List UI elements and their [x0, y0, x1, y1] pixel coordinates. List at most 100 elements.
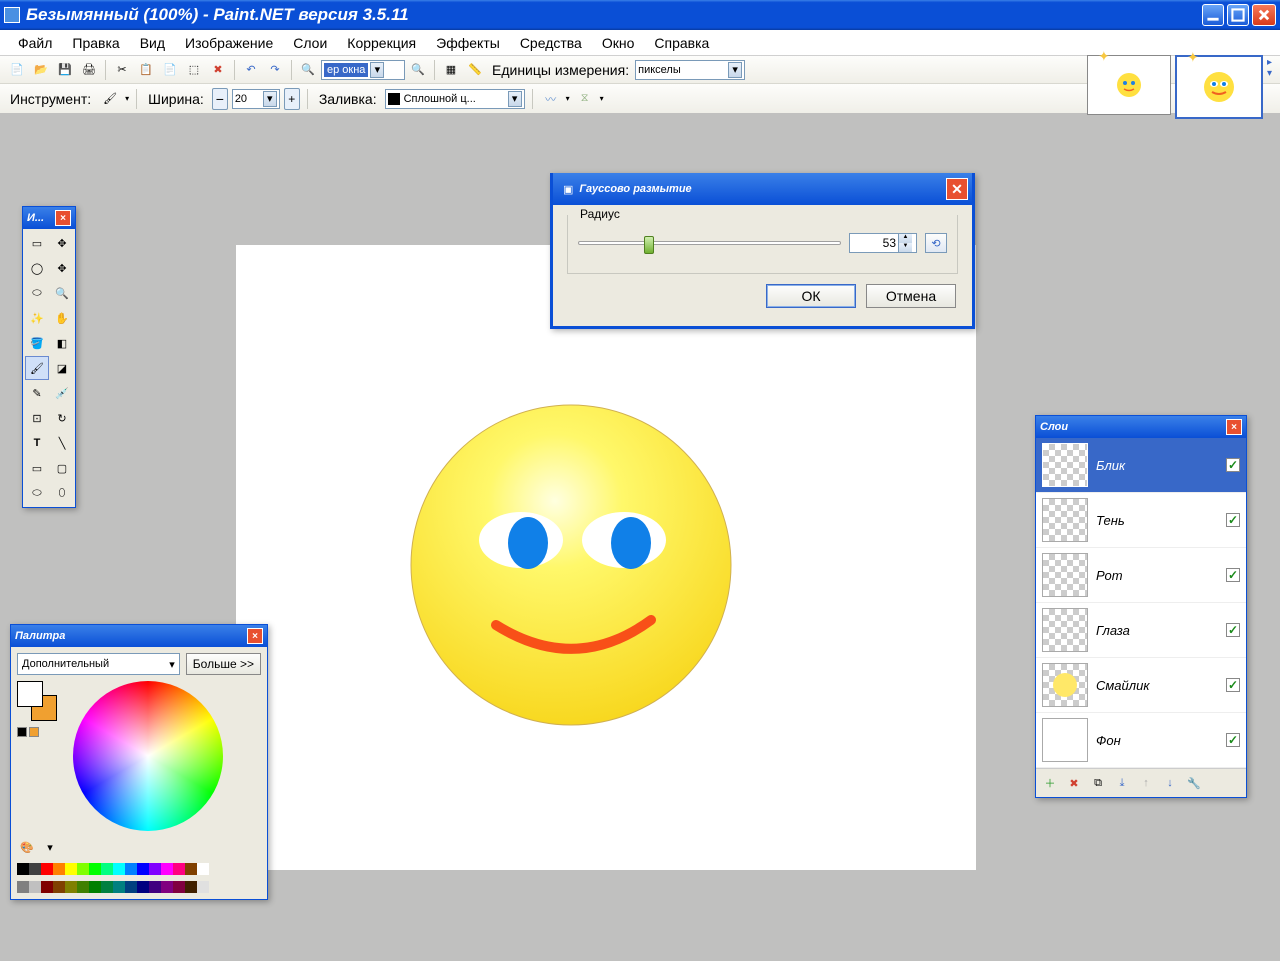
crop-icon[interactable]: ⬚ — [183, 59, 205, 81]
color-mode-combo[interactable]: Дополнительный ▾ — [17, 653, 180, 675]
cut-icon[interactable]: ✂ — [111, 59, 133, 81]
menu-image[interactable]: Изображение — [175, 31, 283, 55]
menu-edit[interactable]: Правка — [62, 31, 129, 55]
move-down-icon[interactable]: ↓ — [1160, 773, 1180, 793]
swatch[interactable] — [173, 881, 185, 893]
tool-text[interactable]: T — [25, 431, 49, 455]
layer-row[interactable]: Рот ✓ — [1036, 548, 1246, 603]
spin-up-icon[interactable]: ▲ — [898, 234, 912, 243]
tool-bucket[interactable]: 🪣 — [25, 331, 49, 355]
swatch[interactable] — [161, 863, 173, 875]
zoom-combo[interactable]: ер окна ▾ — [321, 60, 405, 80]
ok-button[interactable]: ОК — [766, 284, 856, 308]
tool-ellipse[interactable]: ⬭ — [25, 481, 49, 505]
units-combo[interactable]: пикселы ▾ — [635, 60, 745, 80]
swatch[interactable] — [65, 863, 77, 875]
swatch[interactable] — [29, 863, 41, 875]
tool-brush[interactable]: 🖌 — [25, 356, 49, 380]
doc-thumb-2[interactable]: ✦ — [1175, 55, 1263, 119]
swatch[interactable] — [17, 863, 29, 875]
gaussian-blur-dialog[interactable]: ▣ Гауссово размытие ✕ Радиус ▲▼ ⟲ ОК Отм… — [550, 173, 975, 329]
swatch[interactable] — [125, 881, 137, 893]
swatch[interactable] — [77, 863, 89, 875]
layer-visible-checkbox[interactable]: ✓ — [1226, 623, 1240, 637]
colors-window-titlebar[interactable]: Палитра × — [11, 625, 267, 647]
plus-icon[interactable]: + — [284, 88, 300, 110]
menu-effects[interactable]: Эффекты — [426, 31, 510, 55]
layer-row[interactable]: Фон ✓ — [1036, 713, 1246, 768]
copy-icon[interactable]: 📋 — [135, 59, 157, 81]
layer-visible-checkbox[interactable]: ✓ — [1226, 568, 1240, 582]
layer-visible-checkbox[interactable]: ✓ — [1226, 513, 1240, 527]
minimize-button[interactable] — [1202, 4, 1224, 26]
layer-visible-checkbox[interactable]: ✓ — [1226, 678, 1240, 692]
palette-icon[interactable]: 🎨 — [17, 837, 37, 857]
tool-lasso[interactable]: ◯ — [25, 256, 49, 280]
thumb-menu-icon[interactable]: ▸▾ — [1267, 57, 1272, 79]
close-icon[interactable]: × — [1226, 419, 1242, 435]
color-wheel[interactable] — [73, 681, 223, 831]
layer-visible-checkbox[interactable]: ✓ — [1226, 733, 1240, 747]
redo-icon[interactable]: ↷ — [264, 59, 286, 81]
color-swatch-row-2[interactable] — [17, 881, 261, 893]
maximize-button[interactable] — [1227, 4, 1249, 26]
menu-tools[interactable]: Средства — [510, 31, 592, 55]
swatch[interactable] — [65, 881, 77, 893]
radius-value[interactable] — [850, 234, 898, 252]
reset-button[interactable]: ⟲ — [925, 233, 947, 253]
deselect-icon[interactable]: ✖ — [207, 59, 229, 81]
close-button[interactable] — [1252, 4, 1276, 26]
paste-icon[interactable]: 📄 — [159, 59, 181, 81]
chevron-down-icon[interactable]: ▾ — [169, 658, 175, 671]
tool-line[interactable]: ╲ — [50, 431, 74, 455]
tool-rect[interactable]: ▭ — [25, 456, 49, 480]
radius-slider[interactable] — [578, 241, 841, 245]
print-icon[interactable]: 🖨 — [78, 59, 100, 81]
tool-pencil[interactable]: ✎ — [25, 381, 49, 405]
tool-move[interactable]: ✥ — [50, 256, 74, 280]
tool-zoom[interactable]: 🔍 — [50, 281, 74, 305]
cancel-button[interactable]: Отмена — [866, 284, 956, 308]
tool-wand[interactable]: ✨ — [25, 306, 49, 330]
color-swatches[interactable] — [17, 681, 65, 737]
layer-row[interactable]: Тень ✓ — [1036, 493, 1246, 548]
open-icon[interactable]: 📂 — [30, 59, 52, 81]
layer-visible-checkbox[interactable]: ✓ — [1226, 458, 1240, 472]
swatch[interactable] — [29, 881, 41, 893]
swatch[interactable] — [137, 881, 149, 893]
tool-move-selection[interactable]: ✥ — [50, 231, 74, 255]
menu-layers[interactable]: Слои — [283, 31, 337, 55]
chevron-down-icon[interactable]: ▾ — [508, 91, 522, 107]
swatch[interactable] — [125, 863, 137, 875]
swatch[interactable] — [113, 881, 125, 893]
move-up-icon[interactable]: ↑ — [1136, 773, 1156, 793]
swatch[interactable] — [101, 863, 113, 875]
more-button[interactable]: Больше >> — [186, 653, 261, 675]
save-icon[interactable]: 💾 — [54, 59, 76, 81]
tool-roundrect[interactable]: ▢ — [50, 456, 74, 480]
tools-window[interactable]: И... × ▭ ✥ ◯ ✥ ⬭ 🔍 ✨ ✋ 🪣 ◧ 🖌 ◪ ✎ 💉 ⊡ ↻ T… — [22, 206, 76, 508]
menu-window[interactable]: Окно — [592, 31, 645, 55]
colors-window[interactable]: Палитра × Дополнительный ▾ Больше >> 🎨 — [10, 624, 268, 900]
tool-rect-select[interactable]: ▭ — [25, 231, 49, 255]
undo-icon[interactable]: ↶ — [240, 59, 262, 81]
fill-combo[interactable]: Сплошной ц... ▾ — [385, 89, 525, 109]
swatch[interactable] — [137, 863, 149, 875]
menu-adjust[interactable]: Коррекция — [337, 31, 426, 55]
width-combo[interactable]: 20 ▾ — [232, 89, 280, 109]
properties-icon[interactable]: 🔧 — [1184, 773, 1204, 793]
palette-menu-icon[interactable]: ▾ — [40, 837, 60, 857]
swatch[interactable] — [41, 863, 53, 875]
tool-pan[interactable]: ✋ — [50, 306, 74, 330]
tools-window-titlebar[interactable]: И... × — [23, 207, 75, 229]
layers-window[interactable]: Слои × Блик ✓ Тень ✓ Рот ✓ Глаза ✓ Смайл… — [1035, 415, 1247, 798]
swatch[interactable] — [173, 863, 185, 875]
tool-clone[interactable]: ⊡ — [25, 406, 49, 430]
close-icon[interactable]: ✕ — [946, 178, 968, 200]
swatch[interactable] — [149, 863, 161, 875]
swap-colors-icon[interactable] — [17, 727, 27, 737]
slider-thumb[interactable] — [644, 236, 654, 254]
tool-recolor[interactable]: ↻ — [50, 406, 74, 430]
swatch[interactable] — [185, 881, 197, 893]
menu-help[interactable]: Справка — [644, 31, 719, 55]
